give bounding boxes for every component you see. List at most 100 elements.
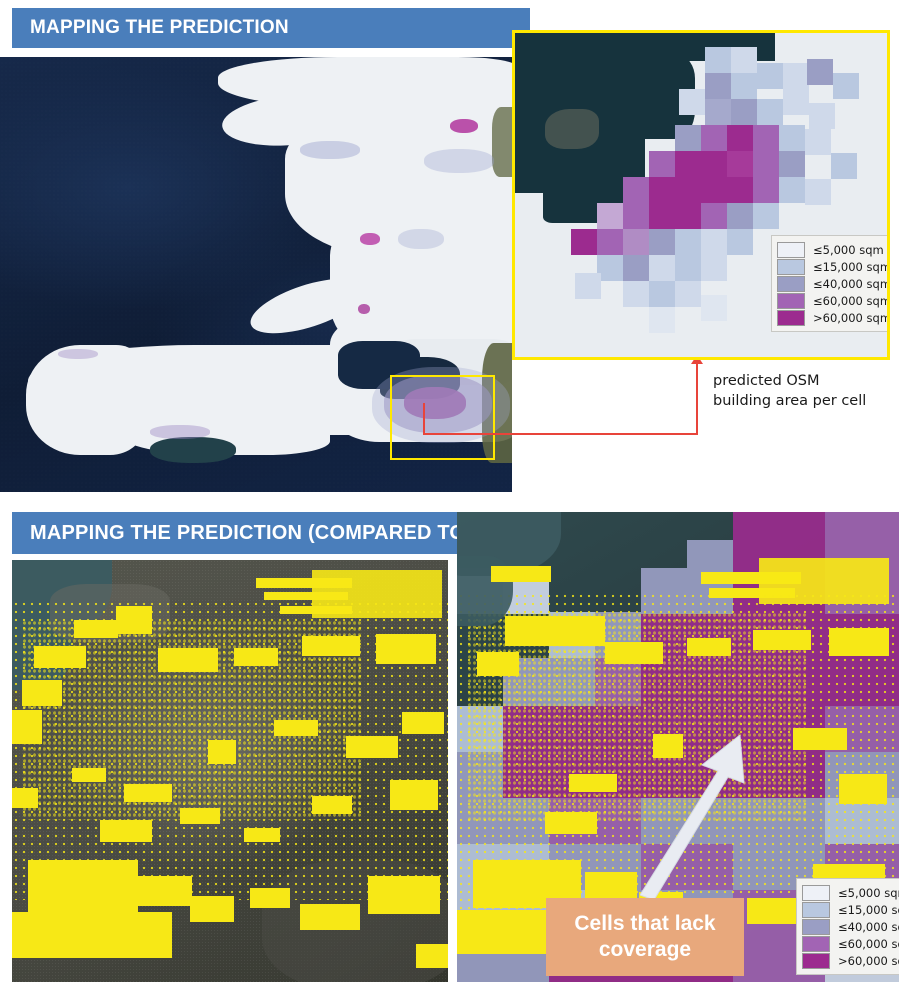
legend-row: ≤15,000 sqm: [777, 258, 890, 275]
cell-l9: [623, 255, 649, 281]
prediction-scatter-northeast: [424, 149, 494, 173]
inset-water-island: [545, 109, 599, 149]
legend-row: >60,000 sqm: [802, 952, 899, 969]
legend-row: ≤60,000 sqm: [777, 292, 890, 309]
cell-l3: [809, 103, 835, 129]
legend-label: >60,000 sqm: [838, 953, 899, 968]
osm-footprint-speckle-dense: [22, 620, 362, 820]
cell-l6: [753, 177, 779, 203]
cell-l5: [779, 151, 805, 177]
legend-swatch: [802, 884, 830, 901]
actual-osm-coverage-map[interactable]: [12, 560, 448, 982]
cell-l3: [783, 89, 809, 115]
annotation-line-1: predicted OSM: [713, 373, 820, 389]
cell-l10: [649, 307, 675, 333]
cell-l4: [701, 125, 727, 151]
legend-label: ≤5,000 sqm: [813, 242, 884, 257]
cell-l6: [649, 177, 675, 203]
cell-l4: [779, 125, 805, 151]
legend-label: ≤15,000 sqm: [813, 259, 890, 274]
cell-l11: [831, 153, 857, 179]
legend-swatch: [777, 275, 805, 292]
cell-l7: [623, 203, 649, 229]
cell-l10: [649, 281, 675, 307]
cell-l1: [731, 47, 757, 73]
cell-l3: [731, 99, 757, 125]
haiti-overview-map[interactable]: [0, 57, 512, 492]
bottom-legend: ≤5,000 sqm ≤15,000 sqm ≤40,000 sqm ≤60,0…: [796, 878, 899, 975]
legend-row: ≤60,000 sqm: [802, 935, 899, 952]
osm-footprint-cluster: [12, 912, 172, 958]
osm-footprint-cluster: [416, 944, 448, 968]
legend-row: ≤5,000 sqm: [802, 884, 899, 901]
cell-l7: [675, 203, 701, 229]
cell-l5: [727, 151, 753, 177]
cell-l1: [757, 63, 783, 89]
cell-l1: [783, 63, 809, 89]
cell-l4: [675, 125, 701, 151]
cell-l7: [649, 203, 675, 229]
prediction-zoom-inset[interactable]: ≤5,000 sqm ≤15,000 sqm ≤40,000 sqm ≤60,0…: [512, 30, 890, 360]
cell-l8: [727, 229, 753, 255]
cell-l6: [701, 177, 727, 203]
cell-l9: [675, 255, 701, 281]
callout-line-2: coverage: [598, 938, 692, 961]
cell-l5: [649, 151, 675, 177]
cell-l4: [727, 125, 753, 151]
top-section-header-label: MAPPING THE PREDICTION: [30, 17, 289, 38]
lagoon-south: [150, 437, 236, 463]
legend-label: ≤60,000 sqm: [813, 293, 890, 308]
prediction-cluster-saintmarc: [358, 304, 370, 314]
prediction-cluster-cap-haitien: [450, 119, 478, 133]
lack-coverage-callout: Cells that lack coverage: [546, 898, 744, 976]
legend-label: ≤60,000 sqm: [838, 936, 899, 951]
cell-l4: [753, 125, 779, 151]
legend-swatch: [802, 918, 830, 935]
legend-row: ≤40,000 sqm: [777, 275, 890, 292]
zoom-region-highlight-box[interactable]: [390, 375, 495, 460]
callout-line-1: Cells that lack: [574, 911, 716, 935]
cell-l8: [701, 229, 727, 255]
cell-l5: [675, 151, 701, 177]
legend-row: >60,000 sqm: [777, 309, 887, 326]
legend-swatch: [802, 952, 830, 969]
prediction-scatter-south: [150, 425, 210, 439]
legend-label: ≤40,000 sqm: [838, 919, 899, 934]
cell-l5: [701, 151, 727, 177]
cell-l8: [675, 229, 701, 255]
legend-label: ≤5,000 sqm: [838, 885, 899, 900]
cell-l2: [679, 89, 705, 115]
osm-footprint-cluster: [300, 904, 360, 930]
cell-l11: [833, 73, 859, 99]
cell-l10: [675, 281, 701, 307]
legend-label: ≤40,000 sqm: [813, 276, 890, 291]
cell-l8: [571, 229, 597, 255]
cell-l11: [575, 273, 601, 299]
legend-swatch: [777, 241, 805, 258]
cell-l6: [675, 177, 701, 203]
legend-row: ≤40,000 sqm: [802, 918, 899, 935]
legend-swatch: [777, 258, 805, 275]
cell-l1: [705, 47, 731, 73]
legend-swatch: [802, 935, 830, 952]
cell-l4: [805, 129, 831, 155]
cell-l1: [705, 73, 731, 99]
prediction-scatter-southwest: [58, 349, 98, 359]
cell-l7: [753, 203, 779, 229]
legend-row: ≤5,000 sqm: [777, 241, 887, 258]
cell-l7: [701, 203, 727, 229]
cell-l3: [757, 99, 783, 125]
annotation-line-2: building area per cell: [713, 392, 867, 409]
connector-segment-horizontal: [423, 433, 698, 435]
cell-l11: [807, 59, 833, 85]
prediction-cluster-gonaives: [360, 233, 380, 245]
cell-l8: [623, 229, 649, 255]
cell-l8: [649, 229, 675, 255]
osm-footprint-coastal: [491, 566, 551, 582]
cell-l11: [805, 179, 831, 205]
terrain-dr-north: [492, 107, 512, 177]
lack-coverage-arrow-icon: [640, 735, 745, 900]
connector-segment-vertical-right: [696, 362, 698, 435]
cell-l6: [727, 177, 753, 203]
cell-l9: [649, 255, 675, 281]
